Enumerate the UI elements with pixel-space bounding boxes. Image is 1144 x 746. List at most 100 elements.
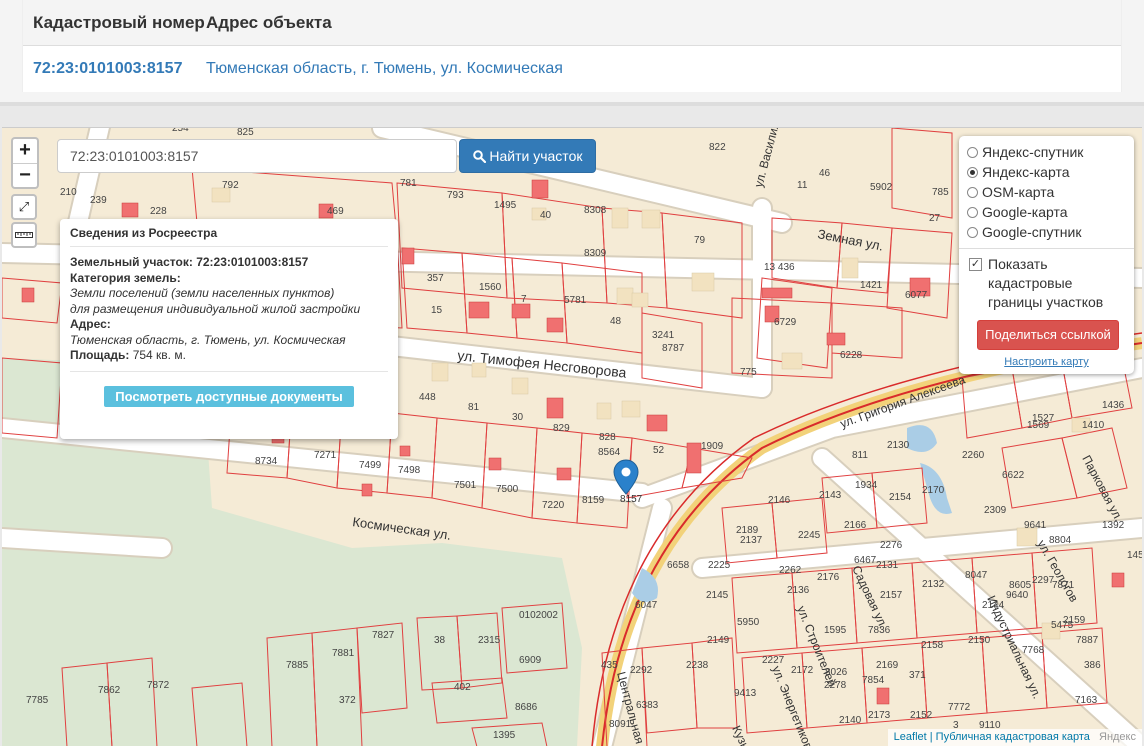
parcel-number-label: 2260: [962, 450, 985, 461]
results-panel: Кадастровый номер Адрес объекта 72:23:01…: [0, 0, 1144, 106]
street-label: Земная ул.: [816, 226, 884, 253]
parcel-number-label: 785: [932, 187, 949, 198]
parcel-number-label: 811: [852, 450, 868, 461]
parcel-number-label: 2227: [762, 655, 785, 666]
fullscreen-button[interactable]: ⤢: [11, 194, 37, 220]
parcel-number-label: 30: [512, 412, 524, 423]
parcel-number-label: 1392: [1102, 520, 1125, 531]
parcel-number-label: 1527: [1032, 413, 1055, 424]
parcel-number-label: 7872: [147, 680, 170, 691]
parcel-number-label: 3241: [652, 330, 675, 341]
parcel-number-label: 5902: [870, 182, 893, 193]
divider: [0, 102, 1144, 106]
map[interactable]: ул. Тимофея Несговорова Космическая ул. Зе…: [2, 127, 1142, 746]
parcel-number-label: 7854: [862, 675, 885, 686]
parcel-number-label: 1595: [824, 625, 847, 636]
layer-option-label: Яндекс-карта: [982, 164, 1070, 180]
radio-icon[interactable]: [967, 166, 978, 178]
parcel-number-label: 48: [610, 316, 622, 327]
layer-option[interactable]: Яндекс-спутник: [967, 142, 1126, 162]
radio-icon[interactable]: [967, 146, 978, 158]
parcel-number-label: 2158: [921, 640, 944, 651]
parcel-number-label: 2157: [880, 590, 903, 601]
parcel-number-label: 2169: [876, 660, 899, 671]
cadastral-map-link[interactable]: | Публичная кадастровая карта: [930, 731, 1090, 743]
zoom-control: + −: [11, 137, 39, 189]
search-input[interactable]: 72:23:0101003:8157: [57, 139, 457, 173]
parcel-number-label: 7885: [286, 660, 309, 671]
parcel-number-label: 2146: [768, 495, 791, 506]
address-link[interactable]: Тюменская область, г. Тюмень, ул. Космич…: [206, 60, 563, 78]
parcel-number-label: 11: [797, 180, 808, 191]
attribution: Leaflet | Публичная кадастровая карта Ян…: [887, 729, 1142, 746]
parcel-number-label: 8026: [825, 667, 848, 678]
parcel-label: Земельный участок:: [70, 255, 193, 269]
parcel-number-label: 0102002: [519, 610, 558, 621]
radio-icon[interactable]: [967, 226, 978, 238]
parcel-number-label: 228: [150, 206, 167, 217]
radio-icon[interactable]: [967, 186, 978, 198]
parcel-number-label: 2145: [706, 590, 729, 601]
parcel-number-label: 2154: [889, 492, 912, 503]
parcel-number-label: 1410: [1082, 420, 1105, 431]
area-label: Площадь:: [70, 348, 130, 362]
category-value-2: для размещения индивидуальной жилой заст…: [70, 301, 361, 316]
layer-option-label: Яндекс-спутник: [982, 144, 1084, 160]
parcel-number-label: 2136: [787, 585, 810, 596]
layer-option-label: Google-спутник: [982, 224, 1082, 240]
checkbox-icon[interactable]: ✓: [969, 258, 982, 271]
parcel-number-label: 2309: [984, 505, 1007, 516]
address-label: Адрес:: [70, 317, 111, 331]
parcel-number-label: 7501: [454, 480, 477, 491]
popup-header: Сведения из Росреестра: [70, 226, 388, 247]
parcel-number-label: 1934: [855, 480, 878, 491]
share-link-button[interactable]: Поделиться ссылкой: [977, 320, 1119, 350]
parcel-number-label: 8804: [1049, 535, 1072, 546]
selected-parcel-label: 8157: [620, 494, 643, 505]
parcel-number-label: 357: [427, 273, 444, 284]
parcel-number-label: 1452: [1127, 550, 1142, 561]
parcel-number-label: 6909: [519, 655, 542, 666]
parcel-number-label: 2238: [686, 660, 709, 671]
parcel-number-label: 6228: [840, 350, 863, 361]
parcel-number-label: 8308: [584, 205, 607, 216]
leaflet-link[interactable]: Leaflet: [894, 731, 927, 743]
configure-map-link[interactable]: Настроить карту: [967, 356, 1126, 368]
parcel-number-label: 9413: [734, 688, 757, 699]
parcel-number-label: 7271: [314, 450, 337, 461]
parcel-value: 72:23:0101003:8157: [196, 255, 309, 269]
parcel-number-label: 254: [172, 128, 189, 134]
parcel-number-label: 9641: [1024, 520, 1047, 531]
parcel-number-label: 7785: [26, 695, 49, 706]
view-documents-button[interactable]: Посмотреть доступные документы: [104, 385, 354, 407]
header-cadastral-number: Кадастровый номер: [33, 12, 205, 32]
zoom-in-button[interactable]: +: [13, 139, 37, 163]
parcel-number-label: 5781: [564, 295, 587, 306]
parcel-number-label: 822: [709, 142, 726, 153]
parcel-number-label: 8047: [965, 570, 988, 581]
parcel-number-label: 469: [327, 206, 344, 217]
search-icon: [472, 150, 486, 164]
results-table: Кадастровый номер Адрес объекта 72:23:01…: [22, 0, 1122, 92]
street-label: Кузне: [729, 723, 755, 746]
parcel-number-label: 7827: [372, 630, 395, 641]
table-row[interactable]: 72:23:0101003:8157 Тюменская область, г.…: [23, 46, 1121, 92]
cadastral-toggle-label: Показать кадастровые границы участков: [988, 256, 1104, 310]
layer-option[interactable]: OSM-карта: [967, 182, 1126, 202]
parcel-number-label: 828: [599, 432, 616, 443]
layer-option[interactable]: Google-спутник: [967, 222, 1126, 242]
layer-option[interactable]: Google-карта: [967, 202, 1126, 222]
measure-button[interactable]: [11, 222, 37, 248]
location-marker-icon[interactable]: [613, 459, 639, 495]
parcel-number-label: 6467: [854, 555, 877, 566]
parcel-number-label: 7836: [868, 625, 891, 636]
zoom-out-button[interactable]: −: [13, 163, 37, 187]
layer-option-label: Google-карта: [982, 204, 1068, 220]
area-value: 754 кв. м.: [132, 348, 186, 362]
find-parcel-button[interactable]: Найти участок: [459, 139, 596, 173]
parcel-number-label: 825: [237, 128, 254, 138]
radio-icon[interactable]: [967, 206, 978, 218]
cadastral-number-link[interactable]: 72:23:0101003:8157: [23, 60, 206, 78]
layer-option[interactable]: Яндекс-карта: [967, 162, 1126, 182]
cadastral-toggle[interactable]: ✓ Показать кадастровые границы участков: [967, 255, 1126, 312]
